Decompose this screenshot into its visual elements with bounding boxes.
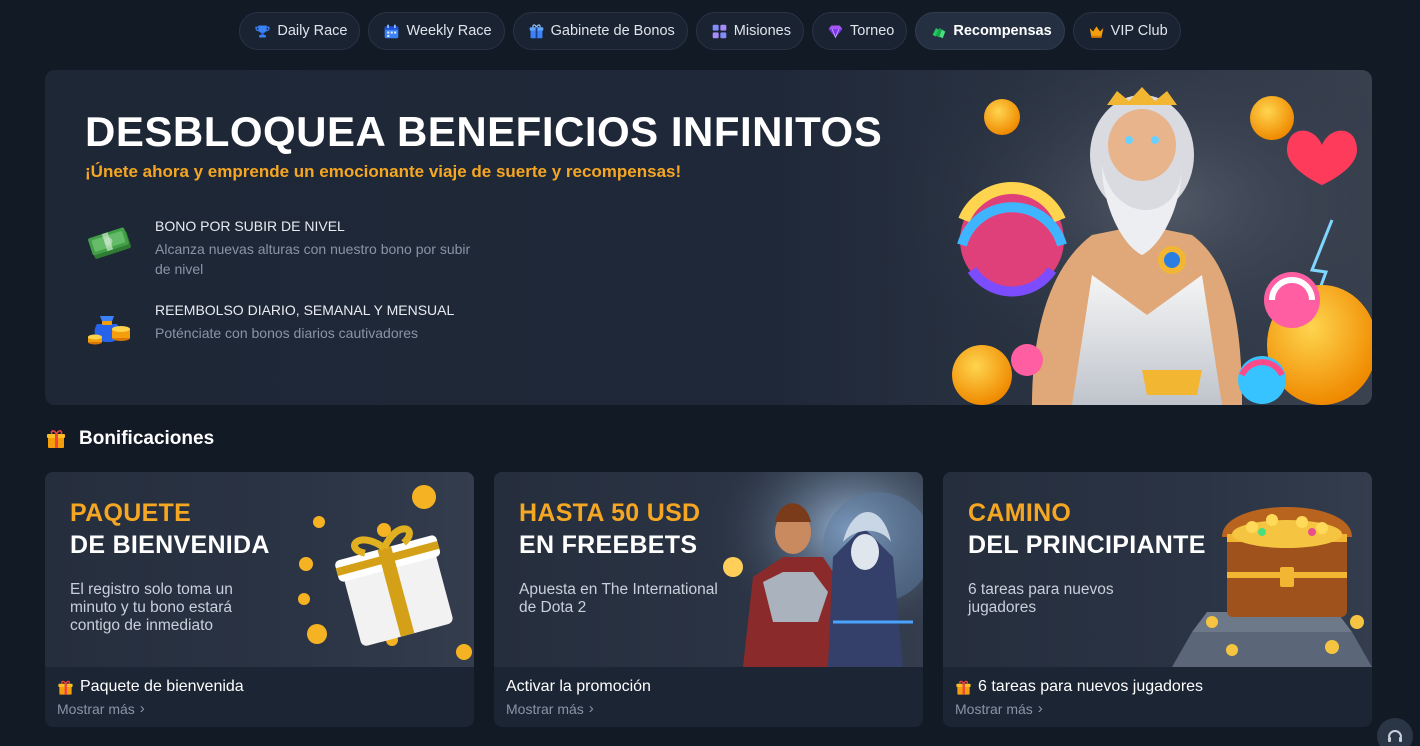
tab-misiones[interactable]: Misiones: [695, 12, 804, 50]
coin-bag-icon: [85, 302, 135, 352]
hero-banner: DESBLOQUEA BENEFICIOS INFINITOS ¡Únete a…: [45, 70, 1372, 405]
section-title: Bonificaciones: [79, 428, 215, 449]
chevron-right-icon: ›: [139, 700, 145, 717]
card-banner: PAQUETE DE BIENVENIDA El registro solo t…: [45, 472, 474, 667]
gift-icon: [955, 679, 972, 696]
tab-label: Weekly Race: [406, 23, 492, 39]
card-action-label: 6 tareas para nuevos jugadores: [978, 678, 1204, 695]
card-description: El registro solo toma un minuto y tu bon…: [70, 581, 233, 634]
feature-title: BONO POR SUBIR DE NIVEL: [155, 218, 345, 234]
tab-label: Recompensas: [953, 23, 1052, 39]
calendar-icon: [383, 23, 400, 40]
tab-weekly-race[interactable]: Weekly Race: [368, 12, 505, 50]
gift-icon: [45, 428, 67, 450]
tab-label: Gabinete de Bonos: [550, 23, 675, 39]
hero-subtitle: ¡Únete ahora y emprende un emocionante v…: [85, 162, 682, 181]
card-heading-accent: PAQUETE: [70, 499, 192, 527]
chevron-right-icon: ›: [1037, 700, 1043, 717]
card-action[interactable]: 6 tareas para nuevos jugadores: [955, 677, 1360, 697]
card-welcome-package[interactable]: PAQUETE DE BIENVENIDA El registro solo t…: [45, 472, 474, 727]
bonificaciones-heading: Bonificaciones: [45, 428, 214, 450]
card-action-label: Activar la promoción: [506, 678, 651, 695]
cash-stack-icon: [85, 218, 135, 268]
card-heading: DEL PRINCIPIANTE: [968, 531, 1206, 559]
card-heading: DE BIENVENIDA: [70, 531, 270, 559]
bonus-cards: PAQUETE DE BIENVENIDA El registro solo t…: [45, 472, 1372, 727]
card-beginner-path[interactable]: CAMINO DEL PRINCIPIANTE 6 tareas para nu…: [943, 472, 1372, 727]
tab-torneo[interactable]: Torneo: [812, 12, 908, 50]
show-more-label: Mostrar más: [57, 700, 135, 717]
headset-icon: [1385, 726, 1405, 746]
card-freebets[interactable]: HASTA 50 USD EN FREEBETS Apuesta en The …: [494, 472, 923, 727]
tab-daily-race[interactable]: Daily Race: [239, 12, 361, 50]
show-more-link[interactable]: Mostrar más ›: [57, 700, 462, 717]
support-chat-button[interactable]: [1377, 718, 1413, 746]
card-action-label: Paquete de bienvenida: [80, 678, 244, 695]
card-description: 6 tareas para nuevos jugadores: [968, 581, 1114, 616]
card-banner: HASTA 50 USD EN FREEBETS Apuesta en The …: [494, 472, 923, 667]
tab-label: Torneo: [850, 23, 895, 39]
tab-recompensas[interactable]: Recompensas: [915, 12, 1065, 50]
zeus-illustration: [852, 70, 1372, 405]
crown-icon: [1088, 23, 1105, 40]
tab-label: Daily Race: [277, 23, 348, 39]
card-heading-accent: CAMINO: [968, 499, 1072, 527]
feature-title: REEMBOLSO DIARIO, SEMANAL Y MENSUAL: [155, 302, 455, 318]
show-more-link[interactable]: Mostrar más ›: [955, 700, 1360, 717]
grid-icon: [711, 23, 728, 40]
tab-label: Misiones: [733, 23, 791, 39]
feature-description: Poténciate con bonos diarios cautivadore…: [155, 325, 419, 341]
feature-level-up-bonus: BONO POR SUBIR DE NIVEL Alcanza nuevas a…: [85, 218, 475, 279]
gift-icon: [57, 679, 74, 696]
card-heading: EN FREEBETS: [519, 531, 698, 559]
tab-label: VIP Club: [1110, 23, 1168, 39]
card-heading-accent: HASTA 50 USD: [519, 499, 701, 527]
gift-icon: [528, 23, 545, 40]
treasure-chest-illustration: [1132, 472, 1372, 667]
show-more-link[interactable]: Mostrar más ›: [506, 700, 911, 717]
card-action[interactable]: Activar la promoción: [506, 677, 911, 697]
feature-description: Alcanza nuevas alturas con nuestro bono …: [155, 241, 471, 277]
tab-gabinete-de-bonos[interactable]: Gabinete de Bonos: [512, 12, 688, 50]
dota-heroes-illustration: [683, 472, 923, 667]
gift-box-illustration: [234, 472, 474, 667]
show-more-label: Mostrar más: [955, 700, 1033, 717]
diamond-icon: [827, 23, 844, 40]
card-action[interactable]: Paquete de bienvenida: [57, 677, 462, 697]
hero-title: DESBLOQUEA BENEFICIOS INFINITOS: [85, 108, 883, 155]
chevron-right-icon: ›: [588, 700, 594, 717]
rewards-tabs: Daily Race Weekly Race Gabinete de Bonos…: [0, 12, 1420, 50]
card-banner: CAMINO DEL PRINCIPIANTE 6 tareas para nu…: [943, 472, 1372, 667]
tab-vip-club[interactable]: VIP Club: [1072, 12, 1181, 50]
money-icon: [930, 23, 947, 40]
trophy-icon: [254, 23, 271, 40]
card-description: Apuesta en The International de Dota 2: [519, 581, 718, 616]
feature-cashback: REEMBOLSO DIARIO, SEMANAL Y MENSUAL Poté…: [85, 302, 475, 352]
show-more-label: Mostrar más: [506, 700, 584, 717]
